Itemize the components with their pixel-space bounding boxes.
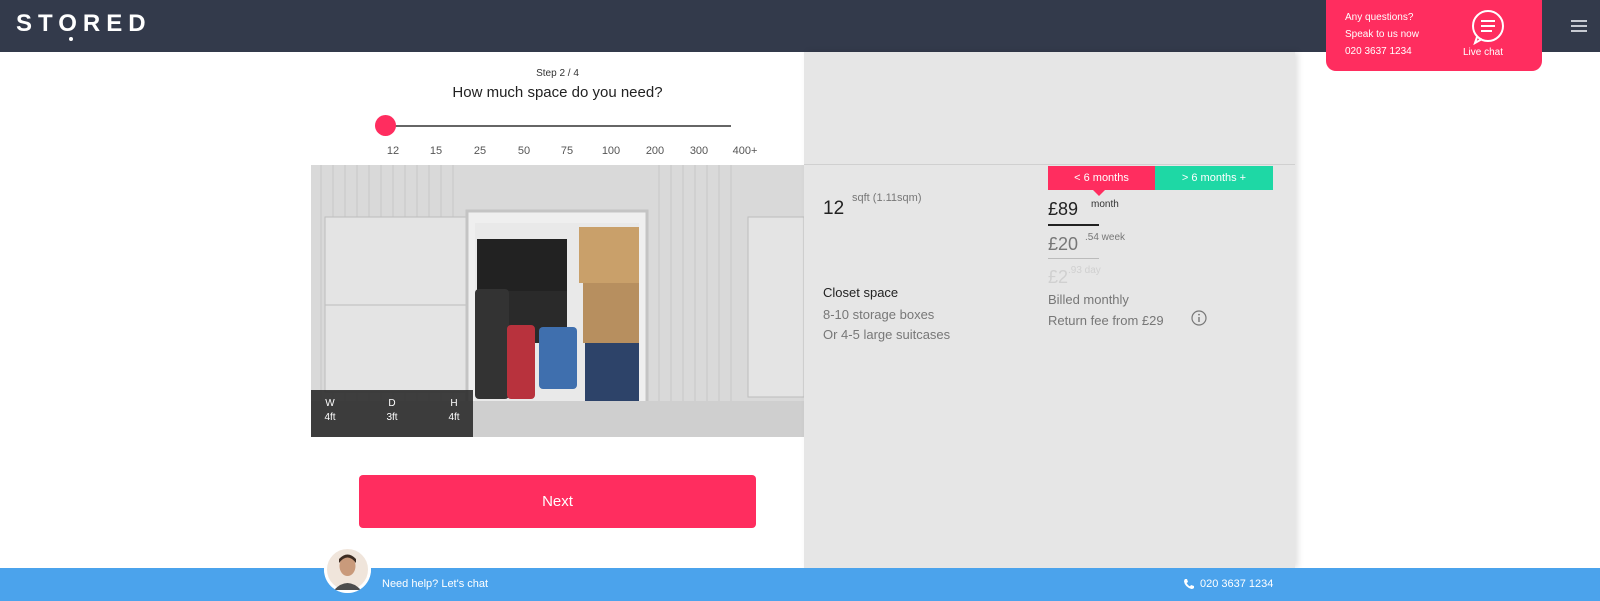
live-chat-label[interactable]: Live chat xyxy=(1463,47,1503,58)
weekly-price-label: .54 week xyxy=(1085,232,1126,243)
height-label: H xyxy=(450,398,458,409)
daily-price-label: .93 day xyxy=(1068,265,1101,276)
slider-tick[interactable]: 75 xyxy=(547,145,587,157)
pricing-panel: < 6 months > 6 months + 12 sqft (1.11sqm… xyxy=(804,52,1295,568)
next-button[interactable]: Next xyxy=(359,475,756,528)
tab-over-6-months[interactable]: > 6 months + xyxy=(1155,166,1273,190)
size-description: Or 4-5 large suitcases xyxy=(823,327,951,342)
size-slider-track[interactable] xyxy=(385,125,731,127)
return-fee: Return fee from £29 xyxy=(1048,313,1164,328)
logo-dot xyxy=(69,37,73,41)
width-value: 4ft xyxy=(324,412,336,423)
slider-tick[interactable]: 50 xyxy=(504,145,544,157)
page-question: How much space do you need? xyxy=(452,84,663,101)
phone-icon xyxy=(1184,579,1194,589)
slider-tick[interactable]: 25 xyxy=(460,145,500,157)
slider-tick[interactable]: 200 xyxy=(635,145,675,157)
slider-tick[interactable]: 15 xyxy=(416,145,456,157)
depth-dimension: D 3ft xyxy=(377,398,407,423)
width-dimension: W 4ft xyxy=(315,398,345,423)
chat-bubble-icon[interactable] xyxy=(1470,9,1506,45)
size-slider-thumb[interactable] xyxy=(375,115,396,136)
monthly-price-label: month xyxy=(1091,199,1119,210)
avatar[interactable] xyxy=(324,546,371,593)
contact-line1: Any questions? xyxy=(1345,12,1414,23)
size-selector-panel: Step 2 / 4 How much space do you need? 1… xyxy=(311,52,804,568)
contact-text: Any questions? Speak to us now 020 3637 … xyxy=(1345,9,1419,60)
dimensions-overlay: W 4ft D 3ft H 4ft xyxy=(311,390,473,437)
help-chat-link[interactable]: Need help? Let's chat xyxy=(382,578,488,590)
storage-unit-image: W 4ft D 3ft H 4ft xyxy=(311,165,804,437)
contact-phone[interactable]: 020 3637 1234 xyxy=(1345,43,1419,60)
slider-tick[interactable]: 12 xyxy=(373,145,413,157)
height-value: 4ft xyxy=(448,412,460,423)
stored-logo[interactable]: STORED xyxy=(16,10,152,38)
size-number: 12 xyxy=(823,198,845,219)
person-avatar-icon xyxy=(324,546,371,593)
divider xyxy=(804,164,1295,165)
size-unit: sqft (1.11sqm) xyxy=(852,192,922,204)
width-label: W xyxy=(325,398,335,409)
billing-frequency: Billed monthly xyxy=(1048,292,1129,307)
size-description: 8-10 storage boxes xyxy=(823,307,935,322)
size-name: Closet space xyxy=(823,285,899,300)
info-icon[interactable] xyxy=(1191,310,1207,326)
depth-value: 3ft xyxy=(386,412,398,423)
weekly-price: £20 xyxy=(1048,234,1079,254)
step-label: Step 2 / 4 xyxy=(536,68,579,79)
monthly-price: £89 xyxy=(1048,199,1079,219)
price-underline xyxy=(1048,258,1099,259)
depth-label: D xyxy=(388,398,396,409)
tab-pointer xyxy=(1093,190,1105,196)
slider-tick[interactable]: 100 xyxy=(591,145,631,157)
footer-phone[interactable]: 020 3637 1234 xyxy=(1200,578,1273,590)
top-header: STORED Any questions? Speak to us now 02… xyxy=(0,0,1600,71)
slider-tick[interactable]: 400+ xyxy=(725,145,765,157)
help-footer xyxy=(0,568,1600,601)
height-dimension: H 4ft xyxy=(439,398,469,423)
slider-tick[interactable]: 300 xyxy=(679,145,719,157)
daily-price: £2 xyxy=(1048,267,1069,287)
contact-box[interactable]: Any questions? Speak to us now 020 3637 … xyxy=(1326,0,1542,71)
hamburger-menu-icon[interactable] xyxy=(1571,20,1587,32)
price-underline xyxy=(1048,224,1099,226)
tab-under-6-months[interactable]: < 6 months xyxy=(1048,166,1155,190)
contact-line2: Speak to us now xyxy=(1345,29,1419,40)
